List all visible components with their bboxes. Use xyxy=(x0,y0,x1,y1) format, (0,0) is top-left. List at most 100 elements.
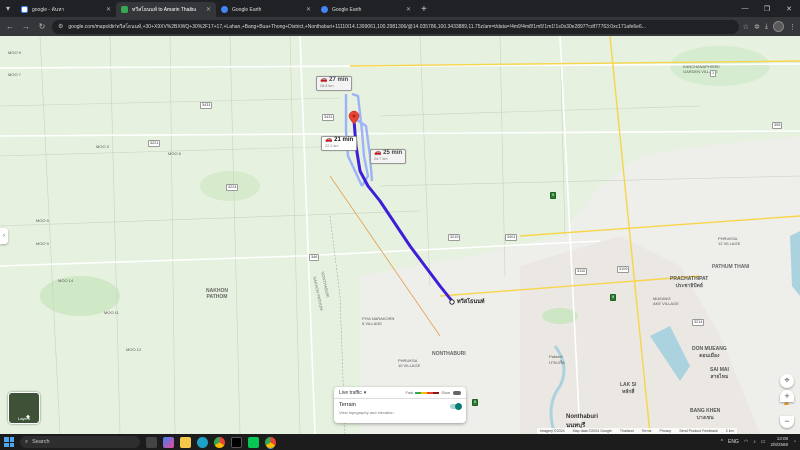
road-shield: 305 xyxy=(772,122,783,129)
volume-icon[interactable]: ♪ xyxy=(753,439,756,445)
windows-start-icon[interactable] xyxy=(4,437,14,447)
village-label: PHRUKSA 12 VILLAGE xyxy=(718,236,741,246)
place-label: MOO 9 xyxy=(36,241,49,246)
extensions-icon[interactable]: ✲ xyxy=(754,23,760,31)
new-tab-button[interactable]: + xyxy=(416,2,432,17)
search-icon: ⌕ xyxy=(25,438,29,445)
window-controls: — ❐ ✕ xyxy=(734,0,800,17)
route-alt-2-card[interactable]: 🚗 25 min 24.7 km xyxy=(370,149,407,164)
tab-maps-directions[interactable]: ทวีสโธนนท์ to Amarin Thaibu ✕ xyxy=(116,2,216,17)
tiktok-icon[interactable] xyxy=(231,436,242,448)
menu-icon[interactable]: ⋮ xyxy=(789,23,796,31)
browser-tabstrip: ▾ google - ค้นหา ✕ ทวีสโธนนท์ to Amarin … xyxy=(0,0,800,17)
route-main-card[interactable]: 🚗 21 min 22.2 km xyxy=(321,136,358,151)
road-shield: 3224 xyxy=(226,184,239,191)
terrain-row[interactable]: Terrain View topography and elevation xyxy=(334,399,466,418)
star-icon[interactable]: ☆ xyxy=(743,23,749,31)
tab-google-earth-1[interactable]: Google Earth ✕ xyxy=(216,2,316,17)
destination-label[interactable]: ทวีสโธนนท์ xyxy=(457,298,485,306)
profile-avatar[interactable] xyxy=(773,21,784,32)
battery-icon[interactable]: ▭ xyxy=(761,439,766,445)
road-shield: 3431 xyxy=(200,102,213,109)
district-label: SAI MAI สายไหม xyxy=(710,367,729,380)
chrome-active-icon[interactable] xyxy=(265,436,276,448)
google-icon xyxy=(21,6,28,13)
line-icon[interactable] xyxy=(248,436,259,448)
url-text: google.com/maps/dir/ทวีสโธนนท์,+30+X9XV%… xyxy=(68,23,646,30)
tab-google-earth-2[interactable]: Google Earth ✕ xyxy=(316,2,416,17)
village-label: MUEANG AKE VILLAGE xyxy=(653,296,679,306)
taskbar-search[interactable]: ⌕ Search xyxy=(20,436,140,448)
close-icon[interactable]: ✕ xyxy=(306,6,311,13)
my-location-button[interactable]: ⌖ xyxy=(780,374,794,388)
close-icon[interactable]: ✕ xyxy=(206,6,211,13)
tab-search-icon[interactable]: ▾ xyxy=(0,0,16,17)
chevron-up-icon[interactable]: ^ xyxy=(721,439,723,445)
reload-icon[interactable]: ↻ xyxy=(36,22,48,31)
road-shield: 3431 xyxy=(322,114,335,121)
road-shield: 9 xyxy=(610,294,617,301)
layers-button[interactable]: ◆ Layers xyxy=(8,392,40,424)
map-canvas[interactable]: MOO 9 MOO 7 MOO 6 MOO 9 MOO 9 MOO 14 MOO… xyxy=(0,36,800,434)
clock[interactable]: 13:08 2/8/2569 xyxy=(770,436,788,448)
terrain-toggle[interactable] xyxy=(450,403,462,410)
browser-toolbar: ← → ↻ ⚙ google.com/maps/dir/ทวีสโธนนท์,+… xyxy=(0,17,800,36)
traffic-panel: Live traffic ▾ Fast Slow Terrain View to… xyxy=(334,387,466,423)
district-label: DON MUEANG ดอนเมือง xyxy=(692,346,727,359)
district-label: PRACHATHIPAT ประชาธิปัตย์ xyxy=(670,276,709,289)
place-label: MOO 3 xyxy=(96,144,109,149)
copilot-icon[interactable] xyxy=(163,436,174,448)
live-traffic-dropdown[interactable]: Live traffic ▾ xyxy=(339,390,366,396)
notification-icon[interactable]: ◔ xyxy=(793,439,796,445)
maps-icon xyxy=(121,6,128,13)
route-alt-1-card[interactable]: 🚗 27 min 28.8 km xyxy=(316,76,353,91)
back-icon[interactable]: ← xyxy=(4,22,16,31)
district-label: LAK SI หลักสี่ xyxy=(620,382,637,395)
forward-icon[interactable]: → xyxy=(20,22,32,31)
system-tray: ^ ENG ◠ ♪ ▭ 13:08 2/8/2569 ◔ xyxy=(721,436,796,448)
district-label: BANG KHEN บางเขน xyxy=(690,408,721,421)
map-basemap xyxy=(0,36,800,434)
earth-icon xyxy=(221,6,228,13)
address-bar[interactable]: ⚙ google.com/maps/dir/ทวีสโธนนท์,+30+X9X… xyxy=(52,19,739,34)
screen: ▾ google - ค้นหา ✕ ทวีสโธนนท์ to Amarin … xyxy=(0,0,800,450)
close-icon[interactable]: ✕ xyxy=(106,6,111,13)
file-explorer-icon[interactable] xyxy=(180,436,191,448)
province-label: PATHUM THANI xyxy=(712,264,750,270)
zoom-in-button[interactable]: + xyxy=(780,390,794,402)
restore-icon[interactable]: ❐ xyxy=(756,5,778,13)
wifi-icon[interactable]: ◠ xyxy=(744,439,748,445)
site-info-icon[interactable]: ⚙ xyxy=(58,23,63,30)
road-shield: 3214 xyxy=(692,319,705,326)
chevron-down-icon: ▾ xyxy=(363,389,367,396)
place-label: MOO 12 xyxy=(126,347,142,352)
earth-icon xyxy=(321,6,328,13)
traffic-legend: Fast Slow xyxy=(406,390,461,395)
downloads-icon[interactable]: ⤓ xyxy=(765,23,768,31)
tab-google-search[interactable]: google - ค้นหา ✕ xyxy=(16,2,116,17)
traffic-toggle[interactable] xyxy=(453,390,461,395)
traffic-color-stopped xyxy=(433,391,440,394)
close-icon[interactable]: ✕ xyxy=(406,6,411,13)
windows-taskbar: ⌕ Search ^ ENG ◠ ♪ ▭ 13:08 2/8/2569 ◔ xyxy=(0,434,800,450)
province-label: NONTHABURI xyxy=(432,351,466,357)
close-window-icon[interactable]: ✕ xyxy=(778,5,800,13)
road-shield: 3109 xyxy=(617,266,630,273)
place-label: MOO 9 xyxy=(8,50,21,55)
road-shield: 346 xyxy=(309,254,320,261)
car-icon: 🚗 xyxy=(325,137,333,143)
car-icon: 🚗 xyxy=(320,77,328,83)
toolbar-actions: ☆ ✲ ⤓ ⋮ xyxy=(743,21,796,32)
minimize-icon[interactable]: — xyxy=(734,5,756,12)
road-shield: 3221 xyxy=(148,140,161,147)
car-icon: 🚗 xyxy=(374,150,382,156)
village-label: PIYA NARAKORN 5 VILLAGE xyxy=(362,316,395,326)
task-view-icon[interactable] xyxy=(146,436,157,448)
road-shield: 9 xyxy=(550,192,557,199)
place-label: MOO 14 xyxy=(58,278,74,283)
edge-icon[interactable] xyxy=(197,436,208,448)
chrome-icon[interactable] xyxy=(214,436,225,448)
language-indicator[interactable]: ENG xyxy=(728,439,739,445)
expand-panel-button[interactable]: › xyxy=(0,228,8,244)
road-shield: 3215 xyxy=(448,234,461,241)
